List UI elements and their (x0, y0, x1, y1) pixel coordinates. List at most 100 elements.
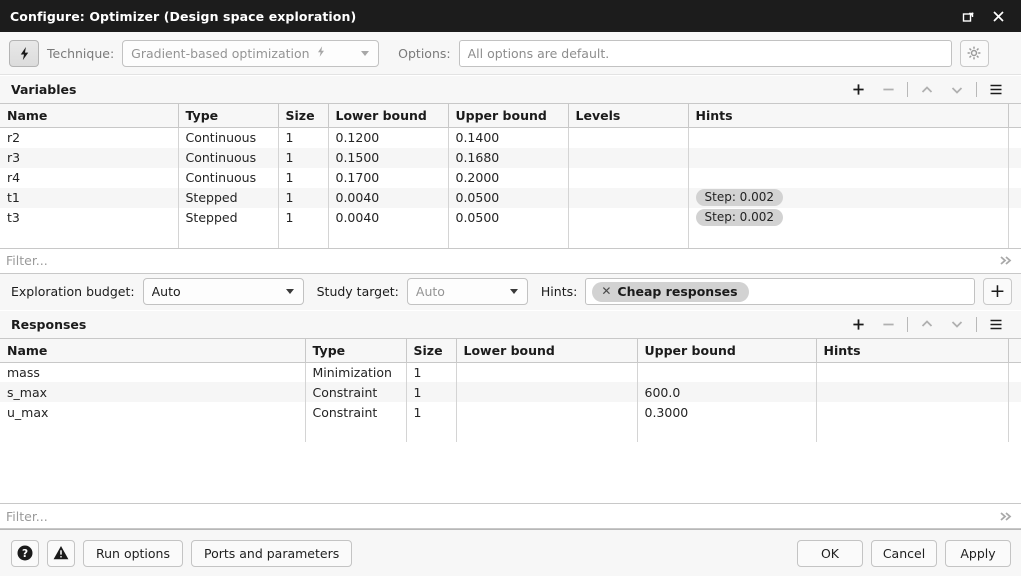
cell-upper-bound[interactable]: 0.2000 (448, 167, 569, 188)
cell-name[interactable]: r3 (0, 147, 179, 168)
remove-variable-button[interactable] (873, 78, 903, 102)
study-target-combobox[interactable]: Auto (406, 278, 528, 305)
cell-lower-bound[interactable]: 0.1200 (328, 127, 449, 148)
add-variable-button[interactable] (843, 78, 873, 102)
cell-hints[interactable] (688, 127, 1009, 148)
hint-token-cheap-responses[interactable]: ✕ Cheap responses (592, 281, 749, 302)
hint-badge[interactable]: Step: 0.002 (695, 209, 784, 226)
cell-name[interactable]: mass (0, 362, 306, 382)
variables-filter-input[interactable]: Filter... (6, 253, 995, 268)
cell-name[interactable]: r4 (0, 167, 179, 188)
cell-lower-bound[interactable]: 0.1700 (328, 167, 449, 188)
cell-lower-bound[interactable]: 0.0040 (328, 187, 449, 208)
cell-type[interactable]: Continuous (178, 127, 279, 148)
column-header-hints[interactable]: Hints (816, 337, 1009, 363)
options-field[interactable]: All options are default. (458, 39, 952, 67)
ports-and-parameters-button[interactable]: Ports and parameters (190, 539, 353, 567)
cell-size[interactable]: 1 (278, 207, 329, 228)
chevron-down-icon[interactable] (501, 279, 527, 304)
cell-hints[interactable] (816, 362, 1009, 382)
run-options-button[interactable]: Run options (83, 539, 183, 567)
lightning-bolt-icon[interactable] (9, 39, 39, 67)
cell-upper-bound[interactable]: 0.1680 (448, 147, 569, 168)
table-row[interactable]: s_max Constraint 1 600.0 (0, 382, 1021, 402)
close-icon[interactable] (983, 1, 1013, 31)
gear-icon[interactable] (959, 39, 989, 67)
responses-filter-input[interactable]: Filter... (6, 509, 995, 524)
apply-button[interactable]: Apply (945, 539, 1011, 567)
column-header-name[interactable]: Name (0, 337, 306, 363)
ok-button[interactable]: OK (797, 539, 863, 567)
move-variable-down-button[interactable] (942, 78, 972, 102)
double-chevron-right-icon[interactable] (995, 510, 1017, 523)
cell-size[interactable]: 1 (406, 362, 457, 382)
cancel-button[interactable]: Cancel (871, 539, 937, 567)
column-header-size[interactable]: Size (406, 337, 457, 363)
cell-size[interactable]: 1 (406, 382, 457, 402)
chevron-down-icon[interactable] (352, 41, 378, 66)
column-header-name[interactable]: Name (0, 103, 179, 128)
table-row[interactable]: t3 Stepped 1 0.0040 0.0500 Step: 0.002 (0, 207, 1021, 228)
hints-token-field[interactable]: ✕ Cheap responses (585, 278, 975, 305)
table-row[interactable]: r4 Continuous 1 0.1700 0.2000 (0, 167, 1021, 188)
cell-type[interactable]: Minimization (305, 362, 407, 382)
cell-lower-bound[interactable] (456, 362, 638, 382)
column-header-type[interactable]: Type (178, 103, 279, 128)
responses-menu-button[interactable] (981, 312, 1011, 336)
cell-size[interactable]: 1 (278, 127, 329, 148)
cell-type[interactable]: Constraint (305, 402, 407, 422)
cell-name[interactable]: t1 (0, 187, 179, 208)
cell-type[interactable]: Continuous (178, 147, 279, 168)
cell-hints[interactable]: Step: 0.002 (688, 207, 1009, 228)
exploration-budget-combobox[interactable]: Auto (142, 278, 304, 305)
cell-type[interactable]: Continuous (178, 167, 279, 188)
help-circle-icon[interactable]: ? (11, 539, 39, 567)
close-small-icon[interactable]: ✕ (601, 285, 611, 297)
table-row[interactable]: u_max Constraint 1 0.3000 (0, 402, 1021, 422)
cell-type[interactable]: Stepped (178, 187, 279, 208)
column-header-upper-bound[interactable]: Upper bound (448, 103, 569, 128)
cell-name[interactable]: t3 (0, 207, 179, 228)
double-chevron-right-icon[interactable] (995, 254, 1017, 267)
chevron-down-icon[interactable] (277, 279, 303, 304)
cell-hints[interactable] (688, 167, 1009, 188)
column-header-hints[interactable]: Hints (688, 103, 1009, 128)
technique-combobox[interactable]: Gradient-based optimization (122, 39, 380, 67)
restore-window-icon[interactable] (953, 1, 983, 31)
cell-hints[interactable] (816, 402, 1009, 422)
cell-size[interactable]: 1 (278, 187, 329, 208)
cell-lower-bound[interactable] (456, 382, 638, 402)
variables-filter-row[interactable]: Filter... (0, 247, 1021, 274)
cell-levels[interactable] (568, 187, 689, 208)
cell-upper-bound[interactable]: 600.0 (637, 382, 817, 402)
cell-levels[interactable] (568, 147, 689, 168)
cell-name[interactable]: s_max (0, 382, 306, 402)
cell-lower-bound[interactable] (456, 402, 638, 422)
add-response-button[interactable] (843, 312, 873, 336)
cell-type[interactable]: Constraint (305, 382, 407, 402)
cell-upper-bound[interactable]: 0.1400 (448, 127, 569, 148)
table-row[interactable]: mass Minimization 1 (0, 362, 1021, 382)
cell-size[interactable]: 1 (278, 147, 329, 168)
cell-upper-bound[interactable]: 0.0500 (448, 207, 569, 228)
cell-levels[interactable] (568, 127, 689, 148)
column-header-lower-bound[interactable]: Lower bound (456, 337, 638, 363)
column-header-type[interactable]: Type (305, 337, 407, 363)
cell-type[interactable]: Stepped (178, 207, 279, 228)
cell-size[interactable]: 1 (278, 167, 329, 188)
hint-badge[interactable]: Step: 0.002 (695, 189, 784, 206)
add-hint-button[interactable]: + (983, 278, 1012, 305)
cell-upper-bound[interactable] (637, 362, 817, 382)
cell-size[interactable]: 1 (406, 402, 457, 422)
cell-levels[interactable] (568, 207, 689, 228)
move-response-down-button[interactable] (942, 312, 972, 336)
column-header-size[interactable]: Size (278, 103, 329, 128)
cell-lower-bound[interactable]: 0.0040 (328, 207, 449, 228)
column-header-levels[interactable]: Levels (568, 103, 689, 128)
cell-upper-bound[interactable]: 0.3000 (637, 402, 817, 422)
cell-upper-bound[interactable]: 0.0500 (448, 187, 569, 208)
cell-hints[interactable] (688, 147, 1009, 168)
cell-hints[interactable]: Step: 0.002 (688, 187, 1009, 208)
table-row[interactable]: r3 Continuous 1 0.1500 0.1680 (0, 147, 1021, 168)
move-variable-up-button[interactable] (912, 78, 942, 102)
